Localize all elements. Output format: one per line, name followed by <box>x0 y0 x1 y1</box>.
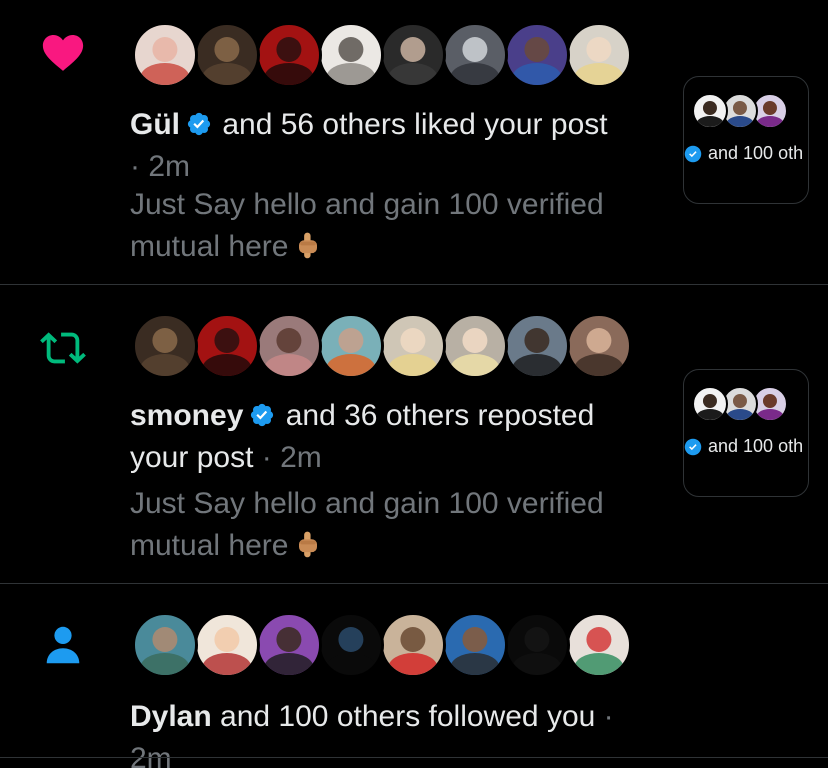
verified-badge-icon <box>251 403 274 427</box>
snippet-text: Just Say hello and gain 100 verified mut… <box>130 487 604 562</box>
avatar[interactable] <box>318 313 384 379</box>
avatar[interactable] <box>194 22 260 88</box>
avatar[interactable] <box>566 22 632 88</box>
timestamp: 2m <box>148 150 191 183</box>
avatar[interactable] <box>380 313 446 379</box>
avatar[interactable] <box>194 612 260 678</box>
avatar <box>692 386 728 422</box>
post-snippet[interactable]: Just Say hello and gain 100 verified mut… <box>130 184 650 268</box>
avatar-stack[interactable] <box>132 22 632 88</box>
snippet-text: Just Say hello and gain 100 verified mut… <box>130 188 604 263</box>
verified-badge-icon <box>684 145 702 162</box>
avatar[interactable] <box>566 313 632 379</box>
avatar[interactable] <box>504 612 570 678</box>
avatar[interactable] <box>132 22 198 88</box>
post-snippet[interactable]: Just Say hello and gain 100 verified mut… <box>130 483 650 567</box>
avatar[interactable] <box>318 22 384 88</box>
avatar[interactable] <box>256 612 322 678</box>
notification-like[interactable]: Gül and 56 others liked your post · 2m J… <box>0 0 828 284</box>
actor-name[interactable]: Gül <box>130 108 180 141</box>
avatar[interactable] <box>380 612 446 678</box>
preview-text: and 100 oth <box>684 436 803 457</box>
verified-badge-icon <box>684 438 702 455</box>
avatar[interactable] <box>442 22 508 88</box>
timestamp: 2m <box>280 441 322 474</box>
avatar[interactable] <box>442 313 508 379</box>
timestamp: 2m <box>130 742 172 768</box>
preview-label: and 100 oth <box>708 436 804 456</box>
avatar <box>692 93 728 129</box>
action-text: and 100 others followed you <box>220 700 596 733</box>
preview-text: and 100 oth <box>684 143 803 164</box>
preview-label: and 100 oth <box>708 143 804 163</box>
avatar[interactable] <box>504 22 570 88</box>
post-preview-thumbnail[interactable]: and 100 oth <box>683 76 809 204</box>
divider <box>0 757 828 758</box>
backhand-index-pointing-down-icon <box>299 232 318 259</box>
notification-follow[interactable]: Dylan and 100 others followed you · 2m <box>0 584 828 768</box>
avatar[interactable] <box>132 313 198 379</box>
action-text-line2: your post <box>130 441 254 474</box>
action-text: and 36 others reposted <box>285 399 595 432</box>
actor-name[interactable]: smoney <box>130 399 243 432</box>
verified-badge-icon <box>187 112 211 136</box>
avatar[interactable] <box>256 22 322 88</box>
preview-avatar-stack <box>692 386 788 422</box>
action-text: and 56 others liked your post <box>222 108 608 141</box>
person-icon <box>46 626 80 664</box>
avatar[interactable] <box>256 313 322 379</box>
backhand-index-pointing-down-icon <box>299 531 318 558</box>
post-preview-thumbnail[interactable]: and 100 oth <box>683 369 809 497</box>
preview-avatar-stack <box>692 93 788 129</box>
notification-repost[interactable]: smoney and 36 others reposted your post … <box>0 285 828 583</box>
separator-dot: · <box>595 700 614 733</box>
separator-dot: · <box>253 441 281 474</box>
notification-headline: smoney and 36 others reposted your post … <box>130 395 660 479</box>
actor-name[interactable]: Dylan <box>130 700 212 733</box>
notification-headline: Gül and 56 others liked your post · 2m <box>130 104 660 188</box>
avatar[interactable] <box>380 22 446 88</box>
avatar[interactable] <box>194 313 260 379</box>
avatar[interactable] <box>318 612 384 678</box>
avatar[interactable] <box>566 612 632 678</box>
avatar[interactable] <box>504 313 570 379</box>
avatar-stack[interactable] <box>132 313 632 379</box>
heart-icon <box>42 34 84 71</box>
repost-icon <box>40 332 86 364</box>
avatar-stack[interactable] <box>132 612 632 678</box>
separator-dot: · <box>130 150 149 183</box>
avatar[interactable] <box>442 612 508 678</box>
avatar[interactable] <box>132 612 198 678</box>
